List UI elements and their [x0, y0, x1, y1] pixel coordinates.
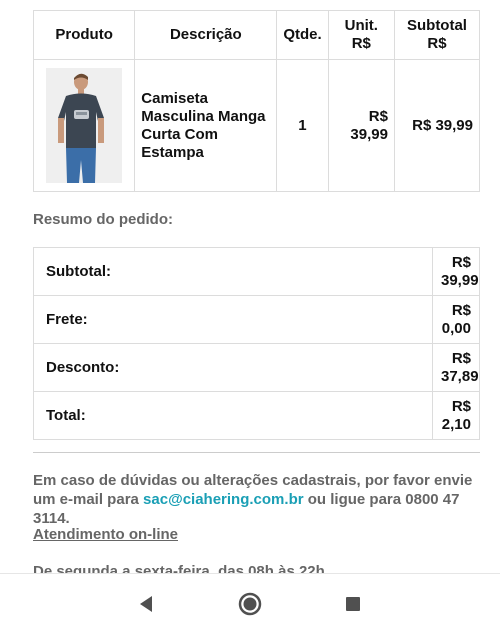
product-quantity: 1 [276, 59, 329, 192]
product-description: Camiseta Masculina Manga Curta Com Estam… [134, 59, 278, 192]
recent-apps-square-icon [346, 597, 360, 611]
summary-value: R$ 2,10 [432, 391, 480, 440]
header-produto: Produto [32, 10, 136, 60]
summary-row-subtotal: Subtotal: R$ 39,99 [33, 247, 480, 296]
home-circle-icon [238, 592, 262, 616]
items-header-row: Produto Descrição Qtde. Unit. R$ Subtota… [32, 10, 481, 60]
summary-label: Total: [33, 391, 433, 440]
product-unit-price: R$ 39,99 [327, 59, 395, 192]
summary-value: R$ 0,00 [432, 295, 480, 344]
section-divider [33, 452, 480, 453]
atendimento-title[interactable]: Atendimento on-line [33, 526, 178, 543]
support-email-link[interactable]: sac@ciahering.com.br [143, 491, 304, 508]
order-summary-table: Subtotal: R$ 39,99 Frete: R$ 0,00 Descon… [33, 247, 480, 440]
summary-label: Subtotal: [33, 247, 433, 296]
email-content: Produto Descrição Qtde. Unit. R$ Subtota… [0, 0, 500, 573]
summary-label: Frete: [33, 295, 433, 344]
atendimento-hours: De segunda a sexta-feira, das 08h às 22h [33, 563, 325, 573]
header-descricao: Descrição [134, 10, 278, 60]
product-image[interactable] [46, 68, 123, 183]
back-button[interactable] [133, 591, 159, 617]
product-subtotal: R$ 39,99 [393, 59, 481, 192]
summary-value: R$ 39,99 [432, 247, 480, 296]
android-navigation-bar [0, 573, 500, 634]
header-unit: Unit. R$ [327, 10, 395, 60]
product-image-cell [32, 59, 136, 192]
help-text: Em caso de dúvidas ou alterações cadastr… [33, 471, 483, 528]
summary-label: Desconto: [33, 343, 433, 392]
summary-row-frete: Frete: R$ 0,00 [33, 295, 480, 344]
summary-row-desconto: Desconto: R$ 37,89 [33, 343, 480, 392]
header-subtotal: Subtotal R$ [393, 10, 481, 60]
summary-value: R$ 37,89 [432, 343, 480, 392]
summary-title: Resumo do pedido: [33, 211, 173, 228]
order-items-table: Produto Descrição Qtde. Unit. R$ Subtota… [32, 10, 481, 192]
header-qtde: Qtde. [276, 10, 329, 60]
summary-row-total: Total: R$ 2,10 [33, 391, 480, 440]
table-row: Camiseta Masculina Manga Curta Com Estam… [32, 59, 481, 192]
back-triangle-icon [140, 596, 152, 612]
recent-apps-button[interactable] [340, 591, 366, 617]
home-button[interactable] [237, 591, 263, 617]
